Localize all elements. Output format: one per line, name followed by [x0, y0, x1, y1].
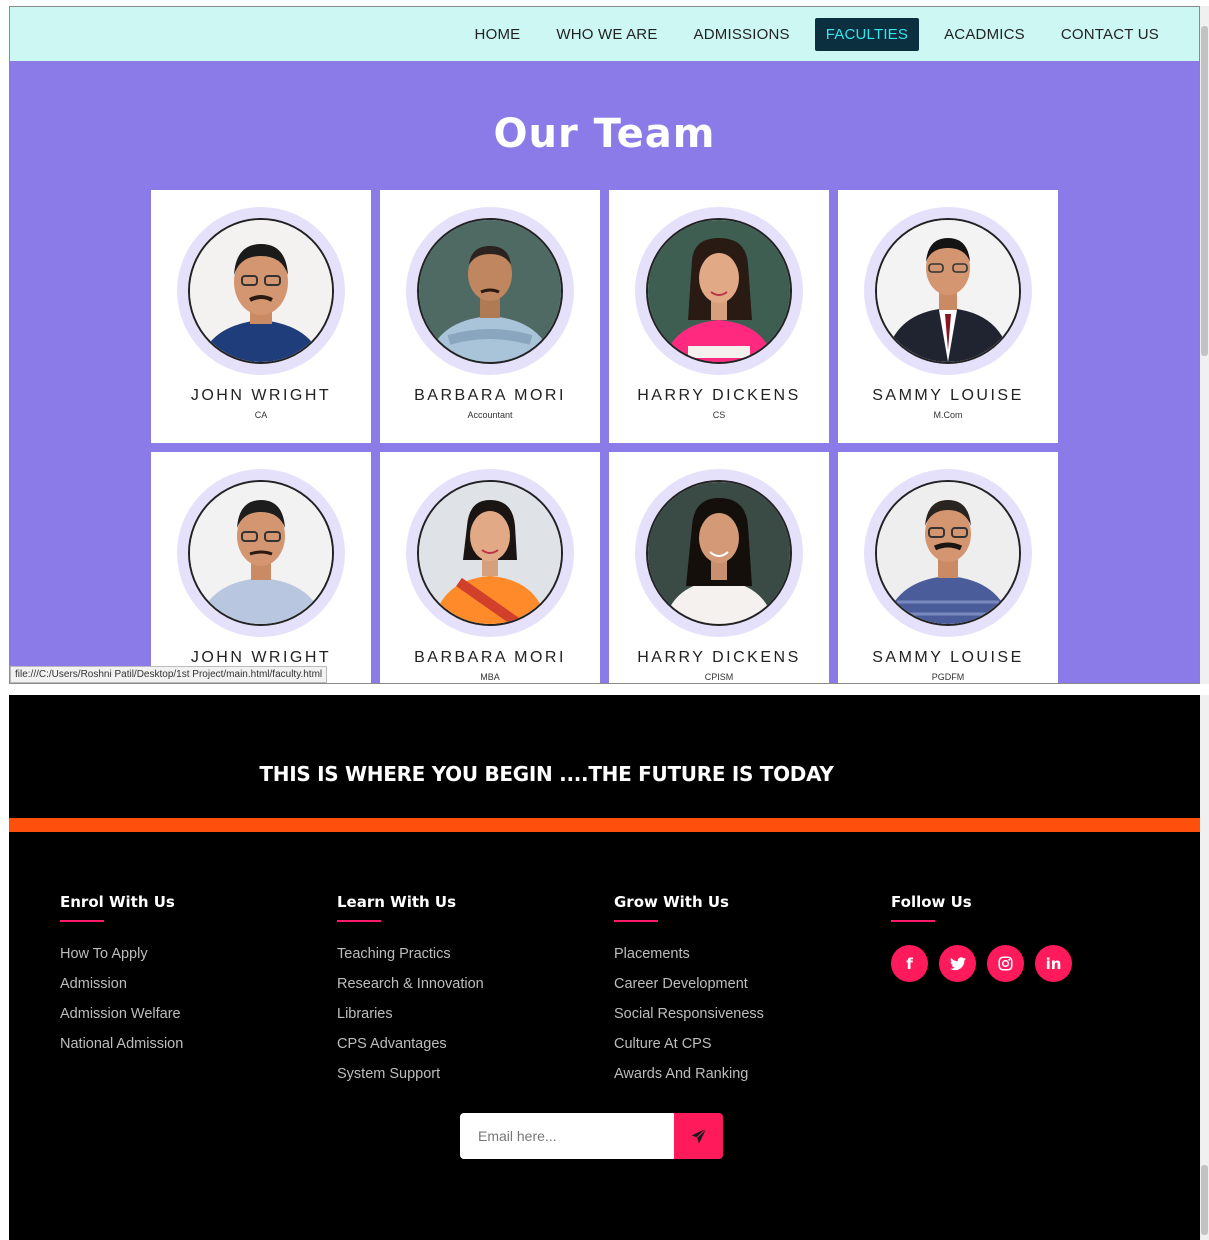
nav-faculties[interactable]: FACULTIES: [814, 17, 920, 51]
team-heading: Our Team: [493, 111, 716, 157]
photo-ring: [635, 207, 803, 375]
member-photo: [875, 480, 1021, 626]
team-card: HARRY DICKENS CPISM: [609, 452, 829, 683]
member-role: MBA: [480, 672, 500, 682]
team-card: JOHN WRIGHT: [151, 452, 371, 683]
footer-link[interactable]: How To Apply: [60, 945, 320, 975]
team-card: BARBARA MORI MBA: [380, 452, 600, 683]
member-photo: [875, 218, 1021, 364]
footer-link[interactable]: Social Responsiveness: [614, 1005, 874, 1035]
member-name: SAMMY LOUISE: [872, 649, 1024, 666]
member-photo: [188, 480, 334, 626]
heading-underline: [60, 920, 104, 922]
photo-ring: [864, 469, 1032, 637]
photo-ring: [177, 469, 345, 637]
send-button[interactable]: [674, 1113, 723, 1159]
heading-underline: [614, 920, 658, 922]
footer-link[interactable]: Career Development: [614, 975, 874, 1005]
photo-ring: [864, 207, 1032, 375]
footer-link[interactable]: National Admission: [60, 1035, 320, 1065]
email-input[interactable]: [460, 1113, 674, 1159]
footer-column-learn: Learn With Us Teaching Practics Research…: [337, 893, 597, 1095]
photo-ring: [406, 469, 574, 637]
member-name: HARRY DICKENS: [637, 649, 801, 666]
scrollbar-thumb[interactable]: [1201, 1165, 1208, 1235]
member-name: HARRY DICKENS: [637, 387, 801, 404]
facebook-icon[interactable]: f: [891, 945, 928, 982]
team-card: JOHN WRIGHT CA: [151, 190, 371, 443]
column-heading: Follow Us: [891, 893, 972, 911]
footer-link[interactable]: Awards And Ranking: [614, 1065, 874, 1095]
newsletter-form: [460, 1113, 723, 1159]
column-heading: Enrol With Us: [60, 893, 175, 911]
footer-link[interactable]: Admission Welfare: [60, 1005, 320, 1035]
photo-ring: [177, 207, 345, 375]
photo-ring: [635, 469, 803, 637]
member-role: CA: [254, 410, 268, 420]
footer-column-follow: Follow Us f in: [891, 893, 1151, 982]
scrollbar[interactable]: [1200, 6, 1209, 684]
footer: THIS IS WHERE YOU BEGIN ....THE FUTURE I…: [9, 695, 1200, 1240]
column-heading: Grow With Us: [614, 893, 729, 911]
nav-home[interactable]: HOME: [464, 18, 532, 51]
linkedin-icon[interactable]: in: [1035, 945, 1072, 982]
team-card: BARBARA MORI Accountant: [380, 190, 600, 443]
team-card: SAMMY LOUISE M.Com: [838, 190, 1058, 443]
member-photo: [646, 480, 792, 626]
member-name: JOHN WRIGHT: [190, 649, 332, 666]
footer-link[interactable]: Culture At CPS: [614, 1035, 874, 1065]
member-name: JOHN WRIGHT: [190, 387, 332, 404]
footer-link[interactable]: CPS Advantages: [337, 1035, 597, 1065]
navbar: HOME WHO WE ARE ADMISSIONS FACULTIES ACA…: [10, 7, 1199, 61]
member-role: PGDFM: [931, 672, 965, 682]
footer-link[interactable]: System Support: [337, 1065, 597, 1095]
footer-link[interactable]: Libraries: [337, 1005, 597, 1035]
member-name: BARBARA MORI: [414, 649, 566, 666]
social-links: f in: [891, 945, 1151, 982]
nav-academics[interactable]: ACADMICS: [933, 18, 1036, 51]
status-bar-url: file:///C:/Users/Roshni Patil/Desktop/1s…: [10, 666, 328, 683]
nav-who-we-are[interactable]: WHO WE ARE: [545, 18, 668, 51]
member-role: CS: [712, 410, 726, 420]
footer-link[interactable]: Admission: [60, 975, 320, 1005]
team-card: HARRY DICKENS CS: [609, 190, 829, 443]
member-role: CPISM: [704, 672, 734, 682]
instagram-icon[interactable]: [987, 945, 1024, 982]
footer-link[interactable]: Research & Innovation: [337, 975, 597, 1005]
member-name: BARBARA MORI: [414, 387, 566, 404]
footer-link[interactable]: Teaching Practics: [337, 945, 597, 975]
divider-bar: [9, 818, 1200, 832]
heading-underline: [891, 920, 935, 922]
nav-contact-us[interactable]: CONTACT US: [1050, 18, 1170, 51]
scrollbar-thumb[interactable]: [1201, 26, 1208, 356]
footer-link[interactable]: Placements: [614, 945, 874, 975]
scrollbar[interactable]: [1200, 695, 1209, 1240]
member-role: M.Com: [933, 410, 963, 420]
twitter-icon[interactable]: [939, 945, 976, 982]
photo-ring: [406, 207, 574, 375]
member-photo: [417, 480, 563, 626]
team-grid: JOHN WRIGHT CA BARBARA MORI Accountant H…: [151, 190, 1061, 683]
heading-underline: [337, 920, 381, 922]
member-photo: [188, 218, 334, 364]
member-role: Accountant: [467, 410, 513, 420]
member-photo: [417, 218, 563, 364]
team-card: SAMMY LOUISE PGDFM: [838, 452, 1058, 683]
column-heading: Learn With Us: [337, 893, 457, 911]
footer-column-grow: Grow With Us Placements Career Developme…: [614, 893, 874, 1095]
paper-plane-icon: [691, 1128, 707, 1144]
member-name: SAMMY LOUISE: [872, 387, 1024, 404]
nav-admissions[interactable]: ADMISSIONS: [683, 18, 801, 51]
footer-column-enrol: Enrol With Us How To Apply Admission Adm…: [60, 893, 320, 1065]
member-photo: [646, 218, 792, 364]
faculty-page-viewport: HOME WHO WE ARE ADMISSIONS FACULTIES ACA…: [9, 6, 1200, 684]
footer-tagline: THIS IS WHERE YOU BEGIN ....THE FUTURE I…: [259, 762, 834, 786]
